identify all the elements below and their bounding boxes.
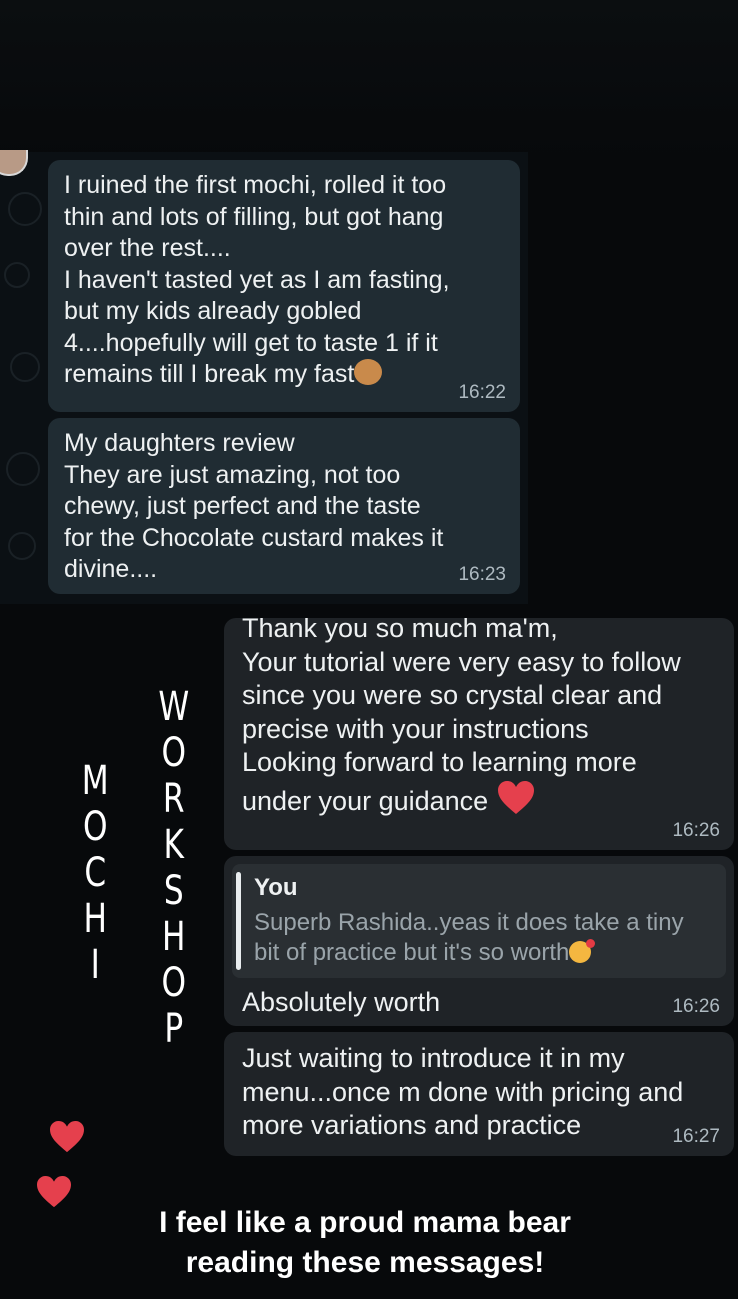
overlay-letter: M	[81, 758, 109, 804]
overlay-letter: H	[83, 896, 107, 942]
message-text: My daughters review They are just amazin…	[64, 429, 444, 583]
overlay-letter: P	[164, 1006, 184, 1052]
top-dark-area	[0, 0, 738, 160]
overlay-letter: O	[161, 730, 187, 776]
red-heart-icon	[497, 780, 534, 814]
red-heart-icon	[50, 1120, 84, 1153]
quote-accent-bar	[236, 872, 241, 970]
face-blowing-kiss-icon	[569, 939, 596, 963]
wallpaper-doodle-icon	[4, 262, 30, 288]
overlay-word-workshop: W O R K S H O P	[158, 684, 189, 1052]
message-text: Thank you so much ma'm, Your tutorial we…	[242, 618, 681, 816]
overlay-letter: K	[163, 822, 185, 868]
see-no-evil-monkey-icon	[354, 359, 383, 385]
overlay-letter: S	[163, 868, 184, 914]
wallpaper-doodle-icon	[8, 192, 42, 226]
story-caption: I feel like a proud mama bear reading th…	[159, 1206, 571, 1279]
message-text: Just waiting to introduce it in my menu.…	[242, 1043, 684, 1140]
message-timestamp: 16:27	[672, 1126, 720, 1147]
message-timestamp: 16:26	[672, 996, 720, 1017]
wallpaper-doodle-icon	[8, 532, 36, 560]
overlay-word-mochi: M O C H I	[82, 758, 109, 988]
overlay-letter: R	[162, 776, 185, 822]
sent-reply-bubble[interactable]: You Superb Rashida..yeas it does take a …	[224, 856, 734, 1026]
wallpaper-doodle-icon	[10, 352, 40, 382]
message-timestamp: 16:22	[458, 382, 506, 403]
message-text: Absolutely worth	[242, 987, 441, 1017]
received-message-bubble[interactable]: I ruined the first mochi, rolled it too …	[48, 160, 520, 412]
overlay-letter: O	[82, 804, 108, 850]
overlay-letter: W	[158, 684, 190, 730]
overlay-letter: O	[161, 960, 187, 1006]
message-timestamp: 16:26	[672, 820, 720, 841]
sent-message-bubble[interactable]: Thank you so much ma'm, Your tutorial we…	[224, 618, 734, 850]
message-text: I ruined the first mochi, rolled it too …	[64, 171, 450, 388]
quoted-message[interactable]: You Superb Rashida..yeas it does take a …	[232, 864, 726, 978]
overlay-letter: C	[84, 850, 107, 896]
quote-author: You	[254, 874, 298, 901]
overlay-letter: H	[162, 914, 186, 960]
quote-text: Superb Rashida..yeas it does take a tiny…	[254, 909, 684, 966]
message-timestamp: 16:23	[458, 564, 506, 585]
wallpaper-doodle-icon	[6, 452, 40, 486]
received-message-bubble[interactable]: My daughters review They are just amazin…	[48, 418, 520, 594]
overlay-letter: I	[90, 942, 100, 988]
sent-message-bubble[interactable]: Just waiting to introduce it in my menu.…	[224, 1032, 734, 1156]
